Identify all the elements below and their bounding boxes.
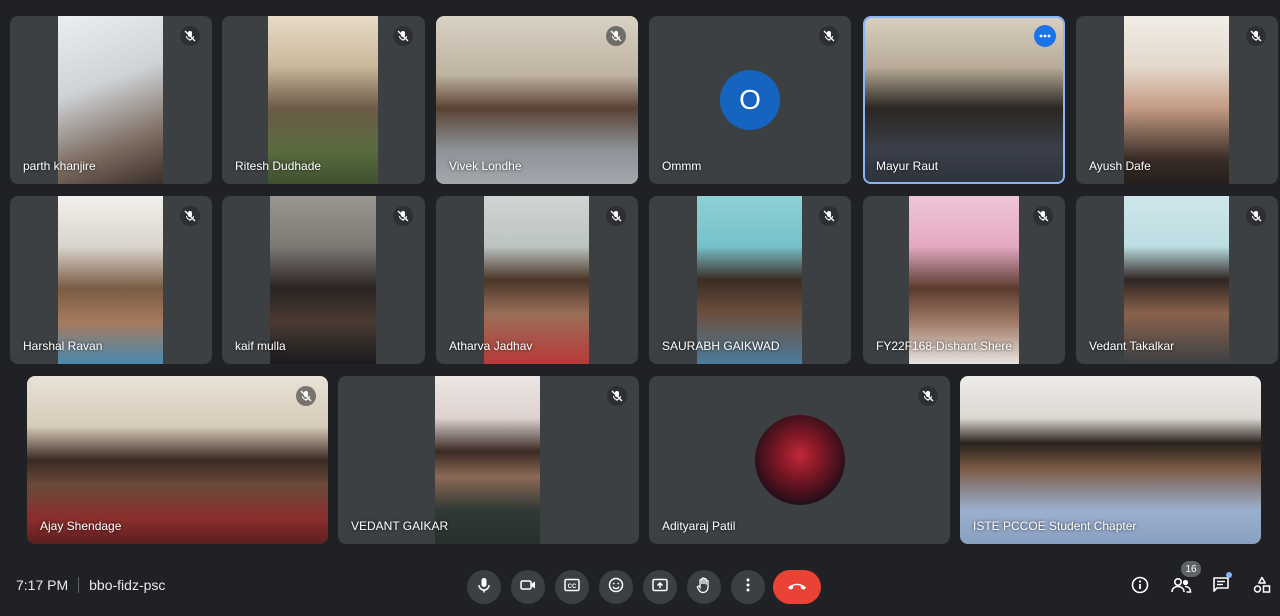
- captions-icon: CC: [564, 578, 580, 597]
- mic-off-icon: [819, 26, 839, 46]
- mic-off-icon: [819, 206, 839, 226]
- meeting-code: bbo-fidz-psc: [89, 577, 166, 593]
- participant-tile[interactable]: Adityaraj Patil: [649, 376, 950, 544]
- meeting-info: 7:17 PM bbo-fidz-psc: [16, 577, 165, 593]
- camera-button[interactable]: [511, 570, 545, 604]
- participant-tile-active-speaker[interactable]: Mayur Raut: [863, 16, 1065, 184]
- people-icon: [1170, 577, 1192, 598]
- participant-name: Atharva Jadhav: [449, 339, 533, 353]
- end-call-icon: [787, 578, 807, 596]
- avatar: [754, 415, 845, 505]
- participant-tile[interactable]: Harshal Ravan: [10, 196, 212, 364]
- participant-tile[interactable]: Ajay Shendage: [27, 376, 328, 544]
- participant-tile[interactable]: parth khanjire: [10, 16, 212, 184]
- raise-hand-icon: [696, 576, 712, 599]
- end-call-button[interactable]: [773, 570, 821, 604]
- more-options-icon[interactable]: [1034, 25, 1056, 47]
- participant-name: SAURABH GAIKWAD: [662, 339, 780, 353]
- participant-name: parth khanjire: [23, 159, 96, 173]
- mic-off-icon: [180, 26, 200, 46]
- emoji-button[interactable]: [599, 570, 633, 604]
- divider: [78, 577, 80, 593]
- participant-tile[interactable]: ISTE PCCOE Student Chapter: [960, 376, 1261, 544]
- participant-name: Mayur Raut: [876, 159, 939, 173]
- participant-tile[interactable]: Vivek Londhe: [436, 16, 638, 184]
- info-icon: [1131, 576, 1149, 599]
- participant-video: [435, 376, 540, 544]
- mic-off-icon: [180, 206, 200, 226]
- mic-off-icon: [1246, 26, 1266, 46]
- activities-button[interactable]: [1251, 576, 1273, 598]
- participant-name: Ayush Dafe: [1089, 159, 1151, 173]
- chat-button[interactable]: [1210, 576, 1232, 598]
- participant-tile[interactable]: Ayush Dafe: [1076, 16, 1278, 184]
- more-options-button[interactable]: [731, 570, 765, 604]
- chat-notification-dot: [1226, 572, 1232, 578]
- participant-name: Vedant Takalkar: [1089, 339, 1175, 353]
- mic-off-icon: [606, 26, 626, 46]
- avatar: O: [720, 70, 780, 130]
- people-button[interactable]: [1170, 576, 1192, 598]
- chat-icon: [1212, 576, 1230, 599]
- mic-off-icon: [296, 386, 316, 406]
- mic-off-icon: [393, 26, 413, 46]
- more-options-icon: [746, 578, 750, 597]
- participant-tile[interactable]: Ritesh Dudhade: [222, 16, 425, 184]
- participant-count-badge: 16: [1181, 561, 1201, 577]
- participant-tile[interactable]: Atharva Jadhav: [436, 196, 638, 364]
- mic-off-icon: [918, 386, 938, 406]
- participant-name: Harshal Ravan: [23, 339, 103, 353]
- mic-icon: [477, 577, 491, 598]
- participant-tile[interactable]: SAURABH GAIKWAD: [649, 196, 851, 364]
- participant-name: Vivek Londhe: [449, 159, 522, 173]
- mic-off-icon: [1246, 206, 1266, 226]
- svg-text:CC: CC: [568, 584, 577, 590]
- mic-off-icon: [606, 206, 626, 226]
- mic-off-icon: [1033, 206, 1053, 226]
- mic-button[interactable]: [467, 570, 501, 604]
- mic-off-icon: [393, 206, 413, 226]
- activities-icon: [1253, 576, 1271, 599]
- present-icon: [652, 578, 668, 597]
- participant-name: kaif mulla: [235, 339, 286, 353]
- participant-video: [865, 18, 1063, 182]
- participant-name: FY22F168-Dishant Shere: [876, 339, 1013, 353]
- participant-tile[interactable]: O Ommm: [649, 16, 851, 184]
- emoji-icon: [608, 577, 624, 598]
- raise-hand-button[interactable]: [687, 570, 721, 604]
- participant-tile[interactable]: FY22F168-Dishant Shere: [863, 196, 1065, 364]
- participant-name: Ommm: [662, 159, 702, 173]
- participant-name: Ajay Shendage: [40, 519, 122, 533]
- present-button[interactable]: [643, 570, 677, 604]
- participant-name: ISTE PCCOE Student Chapter: [973, 519, 1137, 533]
- info-button[interactable]: [1129, 576, 1151, 598]
- participant-name: Adityaraj Patil: [662, 519, 736, 533]
- participant-tile[interactable]: VEDANT GAIKAR: [338, 376, 639, 544]
- participant-tile[interactable]: Vedant Takalkar: [1076, 196, 1278, 364]
- participant-tile[interactable]: kaif mulla: [222, 196, 425, 364]
- mic-off-icon: [607, 386, 627, 406]
- participant-name: VEDANT GAIKAR: [351, 519, 449, 533]
- captions-button[interactable]: CC: [555, 570, 589, 604]
- camera-icon: [520, 578, 536, 596]
- participant-name: Ritesh Dudhade: [235, 159, 322, 173]
- meeting-time: 7:17 PM: [16, 577, 69, 593]
